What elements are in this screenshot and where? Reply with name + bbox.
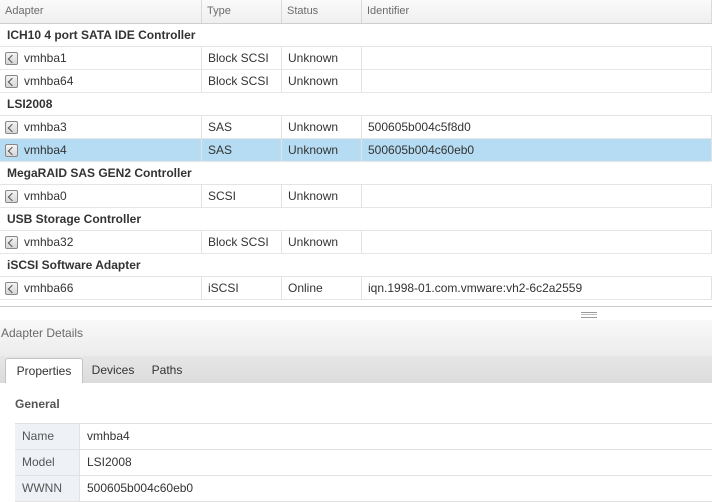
table-row[interactable]: vmhba66 iSCSI Online iqn.1998-01.com.vmware…	[0, 277, 712, 300]
identifier-cell	[362, 231, 712, 253]
storage-adapter-icon	[5, 235, 18, 249]
status-cell: Unknown	[282, 70, 362, 92]
storage-adapter-icon	[5, 120, 18, 134]
property-key: Model	[15, 450, 80, 475]
type-cell: SAS	[202, 139, 282, 161]
status-cell: Unknown	[282, 47, 362, 69]
type-cell: iSCSI	[202, 277, 282, 299]
storage-adapter-icon	[5, 143, 18, 157]
table-row[interactable]: vmhba1 Block SCSI Unknown	[0, 47, 712, 70]
table-row[interactable]: vmhba64 Block SCSI Unknown	[0, 70, 712, 93]
identifier-cell	[362, 47, 712, 69]
adapter-name: vmhba64	[24, 74, 74, 88]
group-row[interactable]: LSI2008	[0, 93, 712, 116]
identifier-cell	[362, 70, 712, 92]
group-row[interactable]: MegaRAID SAS GEN2 Controller	[0, 162, 712, 185]
adapter-name: vmhba32	[24, 235, 74, 249]
column-header-adapter[interactable]: Adapter	[0, 0, 202, 23]
property-row-wwnn: WWNN 500605b004c60eb0	[15, 476, 712, 502]
adapter-cell: vmhba66	[0, 277, 202, 299]
property-key: Name	[15, 424, 80, 449]
type-cell: Block SCSI	[202, 231, 282, 253]
property-value: vmhba4	[87, 429, 130, 443]
type-cell: Block SCSI	[202, 70, 282, 92]
identifier-cell: 500605b004c60eb0	[362, 139, 712, 161]
group-row[interactable]: iSCSI Software Adapter	[0, 254, 712, 277]
storage-adapter-icon	[5, 74, 18, 88]
table-row[interactable]: vmhba3 SAS Unknown 500605b004c5f8d0	[0, 116, 712, 139]
adapter-cell: vmhba3	[0, 116, 202, 138]
column-header-identifier[interactable]: Identifier	[362, 0, 712, 23]
status-cell: Unknown	[282, 231, 362, 253]
identifier-cell: 500605b004c5f8d0	[362, 116, 712, 138]
status-cell: Online	[282, 277, 362, 299]
tab-devices[interactable]: Devices	[88, 358, 138, 383]
table-header: Adapter Type Status Identifier	[0, 0, 712, 24]
type-cell: Block SCSI	[202, 47, 282, 69]
status-cell: Unknown	[282, 116, 362, 138]
adapter-name: vmhba0	[24, 189, 67, 203]
storage-adapter-icon	[5, 281, 18, 295]
table-row[interactable]: vmhba32 Block SCSI Unknown	[0, 231, 712, 254]
storage-adapter-icon	[5, 51, 18, 65]
adapter-cell: vmhba0	[0, 185, 202, 207]
adapter-name: vmhba66	[24, 281, 74, 295]
table-row[interactable]: vmhba0 SCSI Unknown	[0, 185, 712, 208]
type-cell: SCSI	[202, 185, 282, 207]
identifier-cell: iqn.1998-01.com.vmware:vh2-6c2a2559	[362, 277, 712, 299]
section-general-label: General	[15, 397, 60, 411]
adapter-details-header: Adapter Details	[0, 320, 712, 356]
properties-table: Name vmhba4 Model LSI2008 WWNN 500605b00…	[15, 423, 712, 502]
identifier-cell	[362, 185, 712, 207]
property-row-model: Model LSI2008	[15, 450, 712, 476]
status-cell: Unknown	[282, 185, 362, 207]
table-row[interactable]: vmhba4 SAS Unknown 500605b004c60eb0	[0, 139, 712, 162]
property-value: 500605b004c60eb0	[87, 481, 194, 495]
storage-adapter-icon	[5, 189, 18, 203]
adapter-name: vmhba3	[24, 120, 67, 134]
panel-splitter[interactable]	[0, 306, 712, 320]
column-header-status[interactable]: Status	[282, 0, 362, 23]
group-row[interactable]: ICH10 4 port SATA IDE Controller	[0, 24, 712, 47]
status-cell: Unknown	[282, 139, 362, 161]
splitter-grip-icon[interactable]	[581, 312, 597, 318]
adapter-cell: vmhba32	[0, 231, 202, 253]
tab-paths[interactable]: Paths	[147, 358, 187, 383]
table-body: ICH10 4 port SATA IDE Controller vmhba1 Bl…	[0, 24, 712, 300]
adapter-details-title: Adapter Details	[1, 326, 84, 340]
adapter-cell: vmhba64	[0, 70, 202, 92]
property-key: WWNN	[15, 476, 80, 501]
type-cell: SAS	[202, 116, 282, 138]
group-row[interactable]: USB Storage Controller	[0, 208, 712, 231]
property-value: LSI2008	[87, 455, 132, 469]
adapter-cell: vmhba4	[0, 139, 202, 161]
adapter-name: vmhba1	[24, 51, 67, 65]
property-row-name: Name vmhba4	[15, 424, 712, 450]
adapter-cell: vmhba1	[0, 47, 202, 69]
adapter-name: vmhba4	[24, 143, 67, 157]
adapter-table: Adapter Type Status Identifier ICH10 4 p…	[0, 0, 712, 307]
column-header-type[interactable]: Type	[202, 0, 282, 23]
tab-properties[interactable]: Properties	[5, 358, 83, 385]
properties-panel: General Name vmhba4 Model LSI2008 WWNN 5…	[0, 383, 712, 502]
details-tabs: Properties Devices Paths	[0, 356, 712, 385]
